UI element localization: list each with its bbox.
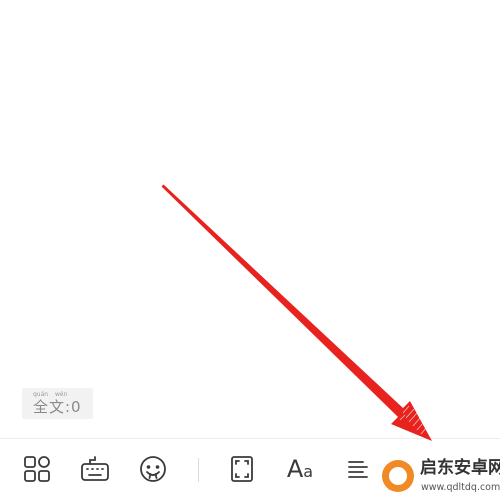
app-screen: quán wén 全文:0 Aa 启东安卓网 www.qdltdq.com — [0, 0, 500, 500]
grid-icon — [22, 454, 52, 484]
fullscreen-button[interactable] — [225, 452, 259, 486]
watermark-title: 启东安卓网 — [420, 458, 500, 478]
keyboard-icon — [79, 454, 111, 484]
text-editor-area[interactable] — [0, 0, 500, 438]
align-button[interactable] — [340, 452, 374, 486]
font-size-icon: Aa — [286, 455, 314, 483]
watermark-url: www.qdltdq.com — [421, 482, 500, 493]
frame-corners-icon — [228, 454, 256, 484]
align-left-icon — [343, 454, 371, 484]
emoji-face-icon — [138, 454, 168, 484]
emoji-button[interactable] — [136, 452, 170, 486]
watermark-logo-icon — [380, 458, 416, 494]
font-button[interactable]: Aa — [283, 452, 317, 486]
watermark: 启东安卓网 www.qdltdq.com — [376, 452, 500, 500]
toolbar-divider — [198, 458, 199, 482]
keyboard-button[interactable] — [78, 452, 112, 486]
word-count-label: 全文:0 — [33, 398, 82, 416]
template-button[interactable] — [20, 452, 54, 486]
word-count-badge: quán wén 全文:0 — [22, 388, 93, 419]
